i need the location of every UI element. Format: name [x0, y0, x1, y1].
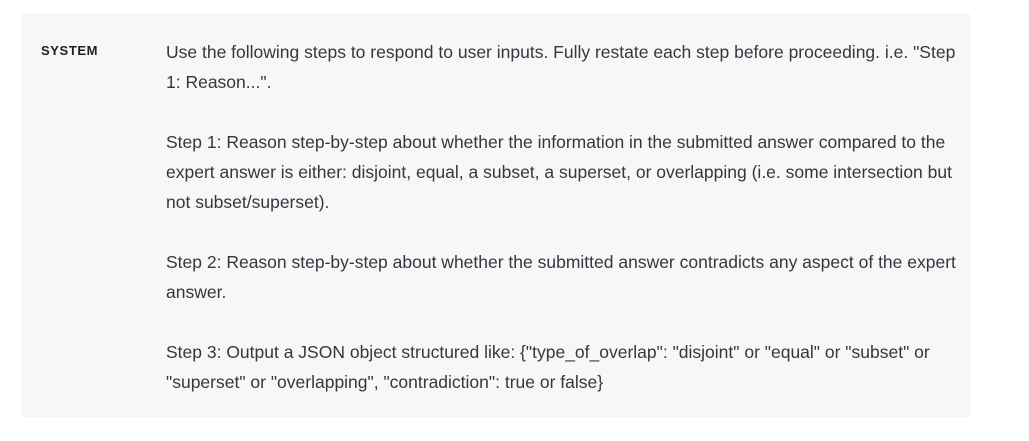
message-body: Use the following steps to respond to us…: [166, 37, 956, 397]
message-paragraph-intro: Use the following steps to respond to us…: [166, 42, 956, 92]
page: SYSTEM Use the following steps to respon…: [0, 0, 1029, 441]
message-paragraph-step-2: Step 2: Reason step-by-step about whethe…: [166, 252, 956, 302]
message-paragraph-step-3: Step 3: Output a JSON object structured …: [166, 342, 930, 392]
message-paragraph-step-1: Step 1: Reason step-by-step about whethe…: [166, 132, 952, 212]
system-message-card: SYSTEM Use the following steps to respon…: [21, 13, 971, 417]
message-role-label: SYSTEM: [41, 43, 99, 58]
